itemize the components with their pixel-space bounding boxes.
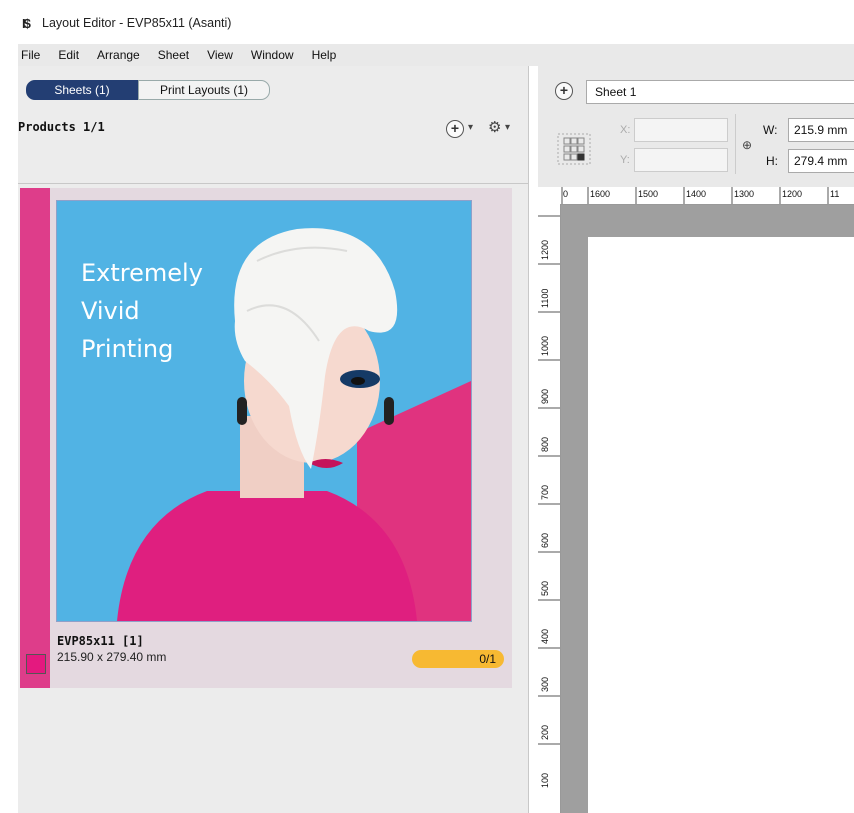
artwork-text-line: Printing (81, 335, 174, 363)
tab-sheets[interactable]: Sheets (1) (26, 80, 138, 100)
ruler-label: 1100 (540, 288, 550, 308)
y-field[interactable] (634, 148, 728, 172)
ruler-label: 800 (540, 436, 550, 452)
h-label: H: (766, 154, 778, 168)
artwork-text-line: Vivid (81, 297, 140, 325)
ruler-label: 100 (540, 772, 550, 788)
x-label: X: (620, 124, 631, 136)
ruler-label: 1000 (540, 335, 550, 356)
ruler-corner (538, 187, 560, 204)
ruler-label: 900 (540, 388, 550, 404)
y-label: Y: (620, 154, 630, 166)
menu-view[interactable]: View (198, 48, 242, 62)
menu-bar: File Edit Arrange Sheet View Window Help (18, 44, 854, 66)
ruler-label: 700 (540, 484, 550, 500)
ruler-label: 600 (540, 532, 550, 548)
anchor-grid-icon[interactable] (554, 130, 594, 168)
artwork-text-line: Extremely (81, 259, 203, 287)
sheet-canvas[interactable] (588, 237, 854, 813)
panel-tabs: Sheets (1) Print Layouts (1) (26, 80, 270, 100)
add-sheet-icon[interactable]: + (555, 82, 573, 100)
menu-edit[interactable]: Edit (49, 48, 88, 62)
sheet-name-field[interactable]: Sheet 1 (586, 80, 854, 104)
gear-icon[interactable]: ⚙ (488, 118, 501, 136)
ruler-label: 500 (540, 580, 550, 596)
ruler-horizontal[interactable]: 0 1600 1500 1400 1300 1200 11 (560, 187, 854, 205)
ruler-label: 400 (540, 628, 550, 644)
window-title: Layout Editor - EVP85x11 (Asanti) (42, 16, 232, 30)
height-field[interactable]: 279.4 mm (788, 149, 854, 173)
product-color-stripe (20, 188, 50, 688)
product-card[interactable]: Extremely Vivid Printing EVP85x11 [1] 21… (20, 188, 512, 688)
add-dropdown-chevron-icon[interactable]: ▾ (468, 122, 473, 133)
menu-sheet[interactable]: Sheet (149, 48, 198, 62)
panel-divider (18, 183, 528, 184)
left-panel: Sheets (1) Print Layouts (1) Products 1/… (18, 66, 529, 813)
separator (735, 114, 736, 174)
product-size: 215.90 x 279.40 mm (57, 650, 167, 664)
menu-arrange[interactable]: Arrange (88, 48, 149, 62)
sheet-name-value: Sheet 1 (595, 85, 637, 99)
product-color-swatch (26, 654, 46, 674)
x-field[interactable] (634, 118, 728, 142)
w-label: W: (763, 123, 778, 137)
ruler-label: 300 (540, 676, 550, 692)
app-logo-icon: I$ (22, 16, 31, 31)
ruler-label: 1200 (540, 239, 550, 260)
width-field[interactable]: 215.9 mm (788, 118, 854, 142)
product-name: EVP85x11 [1] (57, 634, 144, 648)
tab-print-layouts[interactable]: Print Layouts (1) (138, 80, 270, 100)
width-value: 215.9 mm (794, 123, 848, 137)
product-count-badge: 0/1 (412, 650, 504, 668)
add-product-icon[interactable]: + (446, 120, 464, 138)
product-thumbnail[interactable]: Extremely Vivid Printing (56, 200, 472, 622)
title-bar: I$ Layout Editor - EVP85x11 (Asanti) (18, 0, 854, 44)
ruler-vertical[interactable]: 1200 1100 1000 900 800 700 600 500 400 3… (538, 204, 561, 813)
link-proportions-icon[interactable]: ⊕ (742, 138, 752, 152)
height-value: 279.4 mm (794, 154, 848, 168)
ruler-label: 200 (540, 724, 550, 740)
gear-dropdown-chevron-icon[interactable]: ▾ (505, 122, 510, 133)
menu-help[interactable]: Help (303, 48, 346, 62)
menu-file[interactable]: File (18, 48, 49, 62)
products-title: Products 1/1 (18, 120, 105, 134)
ruler-ticks (561, 187, 829, 204)
right-panel: + Sheet 1 X: Y: ⊕ W: 215.9 mm H: 279.4 m… (538, 66, 854, 813)
menu-window[interactable]: Window (242, 48, 303, 62)
